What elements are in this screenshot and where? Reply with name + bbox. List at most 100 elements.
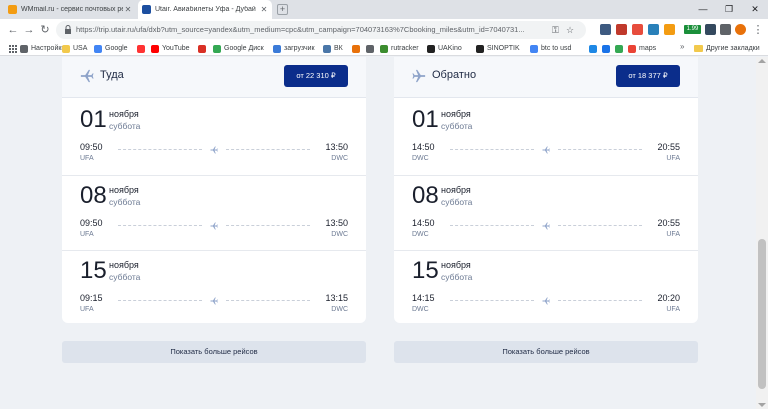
flight-month: ноября [109,260,139,270]
flight-weekday: суббота [441,121,473,131]
avatar[interactable] [735,24,746,35]
bookmark-item[interactable]: USA [62,42,87,55]
flight-weekday: суббота [441,197,473,207]
extension-icon[interactable] [600,24,611,35]
outbound-price-button[interactable]: от 22 310 ₽ [284,65,348,87]
bookmark-item[interactable]: btc to usd [530,42,571,55]
bookmark-item[interactable]: ВК [323,42,343,55]
forward-icon[interactable]: → [22,23,36,37]
tab-title: Utair. Авиабилеты Уфа - Дубай [155,6,256,13]
arrival-airport-code: DWC [331,231,348,238]
extension-icon[interactable] [705,24,716,35]
google-drive-icon [213,44,221,53]
show-more-return-button[interactable]: Показать больше рейсов [394,341,698,363]
show-more-outbound-button[interactable]: Показать больше рейсов [62,341,366,363]
flight-day: 01 [412,106,439,133]
flight-row[interactable]: 08 ноября суббота 09:50 13:50 UFA DWC [62,175,366,248]
extension-icon[interactable] [664,24,675,35]
puzzle-icon[interactable] [720,24,731,35]
flight-row[interactable]: 08 ноября суббота 14:50 20:55 DWC UFA [394,175,698,248]
bookmark-item[interactable]: SINOPTIK [476,42,520,55]
bookmark-item[interactable] [352,42,363,55]
bookmark-label: USA [73,45,88,52]
bookmark-item[interactable]: rutracker [380,42,419,55]
departure-time: 09:50 [80,218,103,228]
flight-row[interactable]: 15 ноября суббота 09:15 13:15 UFA DWC [62,250,366,323]
youtube-icon [151,44,159,53]
return-header: Обратно от 18 377 ₽ [394,57,698,98]
scroll-thumb[interactable] [758,239,766,389]
bookmarks-more-icon[interactable]: » [680,42,684,51]
bookmark-icon [352,44,360,53]
flight-row[interactable]: 01 ноября суббота 14:50 20:55 DWC UFA [394,100,698,173]
other-bookmarks[interactable]: Другие закладки [694,42,760,55]
bookmark-item[interactable]: Google [94,42,128,55]
tab-utair[interactable]: Utair. Авиабилеты Уфа - Дубай ✕ [138,0,272,19]
extension-icon[interactable] [616,24,627,35]
tab-wmmail[interactable]: WMmail.ru - сервис почтовых ре ✕ [4,0,136,19]
key-icon[interactable]: ⚿ [552,25,559,36]
departure-time: 09:15 [80,293,103,303]
vertical-scrollbar[interactable] [756,57,768,409]
departure-airport-code: DWC [412,231,429,238]
route-dash [450,225,534,226]
scroll-up-arrow-icon[interactable] [758,59,766,63]
departure-time: 09:50 [80,142,103,152]
flight-row[interactable]: 15 ноября суббота 14:15 20:20 DWC UFA [394,250,698,323]
flight-row[interactable]: 01 ноября суббота 09:50 13:50 UFA DWC [62,100,366,173]
apps-icon[interactable] [9,45,17,53]
maps-icon [615,44,623,53]
extension-icon[interactable] [648,24,659,35]
bookmarks-bar: Настройки USA Google YouTube Google Диск загр… [0,41,768,56]
departure-airport-code: UFA [80,306,94,313]
browser-toolbar: ← → ↻ https://trip.utair.ru/ufa/dxb?utm_… [0,19,768,41]
route-line [450,297,642,305]
close-tab-icon[interactable]: ✕ [259,5,269,14]
back-icon[interactable]: ← [6,23,20,37]
bookmark-item[interactable] [602,42,613,55]
departure-time: 14:50 [412,142,435,152]
bookmark-item[interactable]: UAKino [427,42,462,55]
folder-icon [694,45,703,52]
return-price-button[interactable]: от 18 377 ₽ [616,65,680,87]
menu-icon[interactable]: ⋮ [751,23,765,37]
other-bookmarks-label: Другие закладки [706,45,760,52]
route-line [118,146,310,154]
bookmark-item[interactable] [589,42,600,55]
departure-airport-code: UFA [80,155,94,162]
route-dash [118,225,202,226]
plane-icon [542,146,550,154]
bookmark-item[interactable]: Настройки [20,42,65,55]
return-label: Обратно [432,69,477,81]
new-tab-button[interactable]: + [277,4,288,15]
vk-icon [323,44,331,53]
tab-strip: WMmail.ru - сервис почтовых ре ✕ Utair. … [0,0,768,19]
bookmark-item[interactable]: загрузчик [273,42,315,55]
extension-icon[interactable] [632,24,643,35]
route-dash [558,149,642,150]
utair-favicon-icon [142,5,151,14]
bookmark-item[interactable] [137,42,148,55]
bookmark-item[interactable] [615,42,626,55]
reload-icon[interactable]: ↻ [38,23,52,37]
scroll-down-arrow-icon[interactable] [758,403,766,407]
bookmark-item[interactable]: Google Диск [213,42,264,55]
flight-day: 01 [80,106,107,133]
minimize-icon[interactable]: — [690,0,716,19]
maximize-icon[interactable]: ❐ [716,0,742,19]
address-bar[interactable]: https://trip.utair.ru/ufa/dxb?utm_source… [56,21,586,39]
url-text[interactable]: https://trip.utair.ru/ufa/dxb?utm_source… [76,25,546,34]
bookmark-item[interactable] [366,42,377,55]
extension-badge[interactable]: 1.99 [684,25,701,34]
star-icon[interactable]: ☆ [566,25,574,36]
close-tab-icon[interactable]: ✕ [123,5,133,14]
bookmark-item[interactable]: YouTube [151,42,190,55]
close-window-icon[interactable]: ✕ [742,0,768,19]
flight-month: ноября [441,109,471,119]
page-content: Туда от 22 310 ₽ 01 ноября суббота 09:50 13:… [0,57,756,409]
google-icon [530,44,538,53]
bookmark-item[interactable] [198,42,209,55]
outbound-label: Туда [100,69,124,81]
bookmark-item[interactable]: maps [628,42,656,55]
bookmark-label: Настройки [31,45,66,52]
